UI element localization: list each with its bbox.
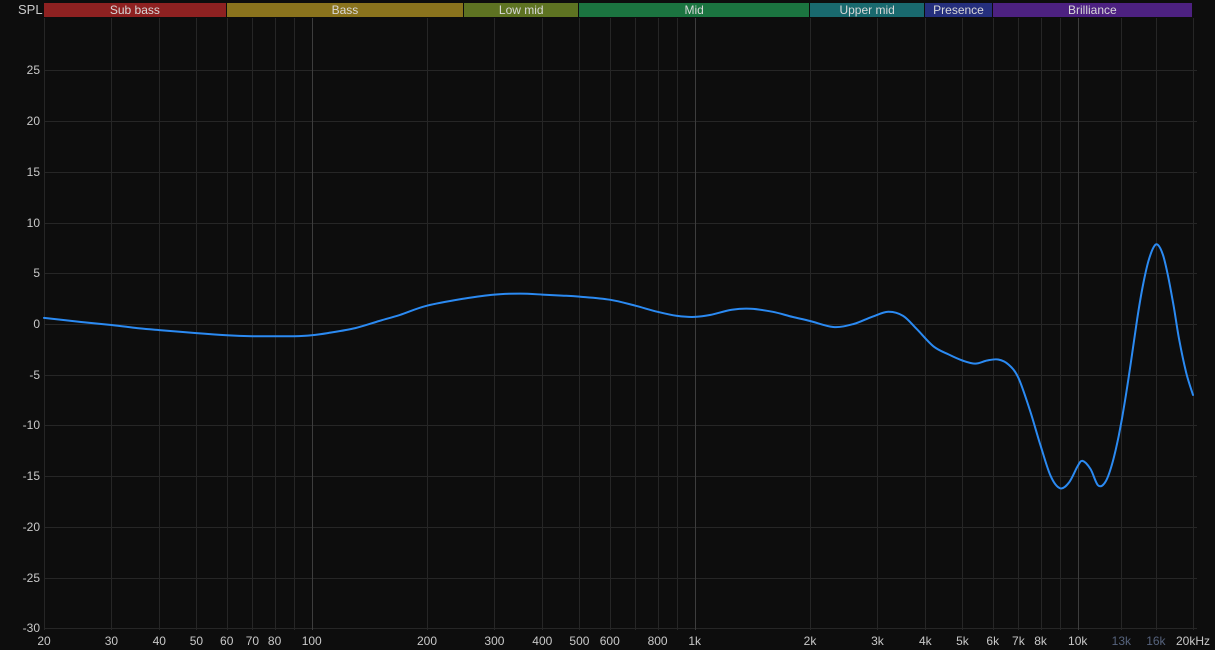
x-tick-label: 300 bbox=[484, 634, 505, 648]
y-tick-label: -5 bbox=[29, 367, 40, 382]
x-tick-label: 20 bbox=[37, 634, 51, 648]
response-curve bbox=[43, 243, 1194, 490]
x-tick-label: 50 bbox=[189, 634, 204, 648]
y-tick-label: -30 bbox=[22, 621, 40, 636]
x-tick-label: 80 bbox=[267, 634, 282, 648]
x-tick-label: 20kHz bbox=[1175, 634, 1211, 648]
x-tick-label: 3k bbox=[871, 634, 884, 648]
x-tick-label: 1k bbox=[688, 634, 702, 648]
chart-canvas bbox=[43, 18, 1197, 630]
y-tick-label: 5 bbox=[33, 266, 40, 281]
y-tick-label: -10 bbox=[22, 418, 40, 433]
y-tick-label: -15 bbox=[22, 469, 40, 484]
x-tick-label: 800 bbox=[647, 634, 668, 648]
y-tick-label: 20 bbox=[26, 114, 40, 129]
x-tick-label: 2k bbox=[803, 634, 817, 648]
y-tick-label: 10 bbox=[26, 215, 40, 230]
x-tick-label: 30 bbox=[104, 634, 119, 648]
y-tick-label: 25 bbox=[26, 63, 40, 78]
y-tick-label: -20 bbox=[22, 519, 40, 534]
x-tick-label: 8k bbox=[1034, 634, 1047, 648]
x-tick-label: 400 bbox=[532, 634, 553, 648]
x-tick-label: 100 bbox=[301, 634, 322, 648]
x-tick-label: 600 bbox=[599, 634, 620, 648]
x-tick-label: 10k bbox=[1068, 634, 1088, 648]
x-tick-label: 16k bbox=[1146, 634, 1166, 648]
x-tick-label: 13k bbox=[1111, 634, 1132, 648]
x-tick-label: 200 bbox=[416, 634, 438, 648]
x-tick-label: 5k bbox=[956, 634, 969, 648]
x-tick-label: 500 bbox=[569, 634, 590, 648]
x-tick-label: 4k bbox=[918, 634, 932, 648]
x-tick-label: 60 bbox=[220, 634, 234, 648]
x-tick-label: 6k bbox=[986, 634, 1000, 648]
y-tick-label: -25 bbox=[22, 570, 40, 585]
x-tick-label: 7k bbox=[1012, 634, 1025, 648]
y-tick-label: 15 bbox=[26, 164, 40, 179]
frequency-response-chart: SPL Sub bass Bass Low mid Mid Upper mid Prese… bbox=[0, 0, 1215, 650]
x-tick-label: 70 bbox=[245, 634, 260, 648]
y-tick-label: 0 bbox=[33, 317, 40, 331]
x-tick-label: 40 bbox=[152, 634, 166, 648]
